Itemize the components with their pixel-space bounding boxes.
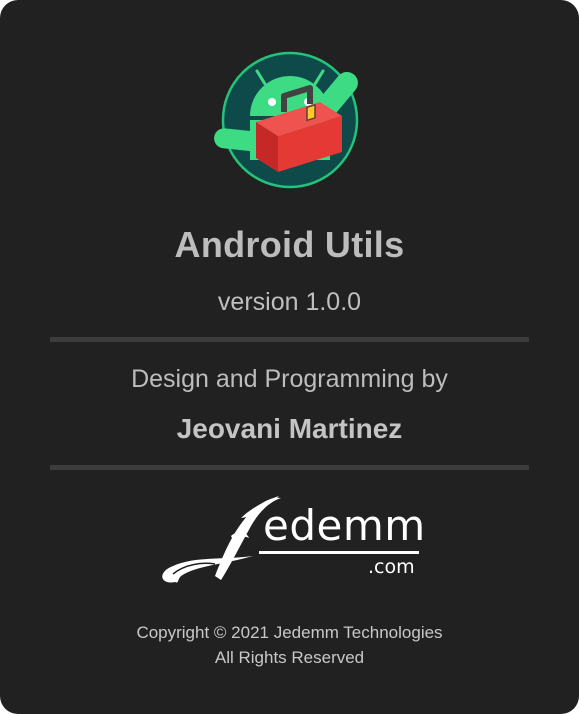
copyright-block: Copyright © 2021 Jedemm Technologies All… [0,620,579,670]
divider-top [50,337,529,342]
author-name: Jeovani Martinez [176,413,403,444]
app-name: Android Utils [174,224,405,265]
app-logo [0,44,579,194]
brand-name: edemm [263,501,426,550]
about-dialog: Android Utils version 1.0.0 Design and P… [0,0,579,714]
brand-domain-suffix: .com [368,556,415,578]
android-toolbox-icon [213,51,358,189]
rights-text: All Rights Reserved [214,648,365,667]
credits-label: Design and Programming by [131,365,448,393]
brand-underline [259,551,419,554]
app-version: version 1.0.0 [217,288,362,316]
copyright-text: Copyright © 2021 Jedemm Technologies [136,623,443,642]
divider-bottom [50,465,529,470]
brand-logo: edemm .com [155,490,425,590]
